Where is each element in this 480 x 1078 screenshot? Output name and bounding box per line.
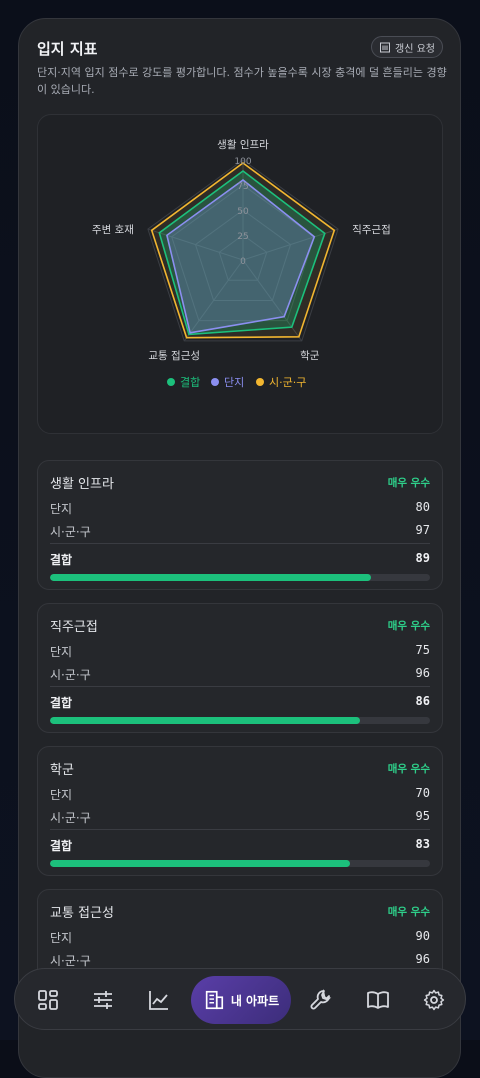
radar-axis-label: 교통 접근성 (148, 350, 200, 362)
metric-title: 교통 접근성 (50, 902, 114, 921)
radar-axis-label: 직주근접 (352, 224, 391, 236)
district-score-row: 시·군·구 96 (50, 666, 430, 683)
sliders-icon[interactable] (91, 988, 115, 1012)
nav-my-apartment-label: 내 아파트 (231, 992, 279, 1009)
combined-score-label: 결합 (50, 696, 72, 710)
legend-swatch (256, 378, 264, 386)
combined-progress-track (50, 574, 430, 581)
radar-tick-label: 75 (237, 182, 248, 192)
combined-progress-fill (50, 574, 371, 581)
combined-score-value: 86 (416, 694, 430, 708)
district-score-label: 시·군·구 (50, 811, 91, 825)
book-icon[interactable] (366, 988, 390, 1012)
metric-card: 학군 매우 우수 단지 70 시·군·구 95 결합 83 (37, 746, 443, 876)
dashboard-icon[interactable] (36, 988, 60, 1012)
divider (50, 543, 430, 544)
complex-score-row: 단지 75 (50, 643, 430, 660)
complex-score-row: 단지 90 (50, 929, 430, 946)
wrench-icon[interactable] (309, 988, 333, 1012)
combined-progress-track (50, 860, 430, 867)
combined-score-label: 결합 (50, 553, 72, 567)
district-score-label: 시·군·구 (50, 668, 91, 682)
chart-line-icon[interactable] (147, 988, 171, 1012)
metric-card: 직주근접 매우 우수 단지 75 시·군·구 96 결합 86 (37, 603, 443, 733)
bottom-navigation: 내 아파트 (14, 968, 466, 1030)
page-title: 입지 지표 (37, 38, 97, 59)
district-score-value: 97 (416, 523, 430, 537)
building-icon (379, 41, 391, 53)
divider (50, 686, 430, 687)
complex-score-label: 단지 (50, 645, 72, 659)
radar-tick-label: 50 (237, 207, 249, 217)
radar-chart: 100 75 50 25 0 생활 인프라직주근접학군 교통 접근성 주변 호재결합 단지 시·군… (38, 115, 444, 435)
district-score-label: 시·군·구 (50, 954, 91, 968)
combined-progress-fill (50, 860, 350, 867)
complex-score-value: 70 (416, 786, 430, 800)
district-score-value: 96 (416, 666, 430, 680)
combined-score-label: 결합 (50, 839, 72, 853)
district-score-row: 시·군·구 97 (50, 523, 430, 540)
complex-score-value: 80 (416, 500, 430, 514)
complex-score-value: 75 (416, 643, 430, 657)
nav-my-apartment[interactable]: 내 아파트 (191, 976, 291, 1024)
metric-title: 학군 (50, 759, 74, 778)
legend-swatch (167, 378, 175, 386)
building-icon (203, 989, 225, 1011)
legend-swatch (211, 378, 219, 386)
combined-score-row: 결합 89 (50, 551, 430, 568)
metric-title: 생활 인프라 (50, 473, 114, 492)
grade-badge: 매우 우수 (388, 904, 430, 919)
refresh-request-button[interactable]: 갱신 요청 (371, 36, 443, 58)
district-score-value: 96 (416, 952, 430, 966)
page-description: 단지·지역 입지 점수로 강도를 평가합니다. 점수가 높을수록 시장 충격에 … (37, 64, 447, 98)
legend-label: 시·군·구 (269, 376, 306, 389)
grade-badge: 매우 우수 (388, 475, 430, 490)
radar-chart-card: 100 75 50 25 0 생활 인프라직주근접학군 교통 접근성 주변 호재결합 단지 시·군… (37, 114, 443, 434)
combined-progress-fill (50, 717, 360, 724)
grade-badge: 매우 우수 (388, 761, 430, 776)
complex-score-label: 단지 (50, 502, 72, 516)
radar-axis-label: 생활 인프라 (217, 138, 269, 151)
radar-tick-label: 100 (234, 157, 251, 167)
gear-icon[interactable] (422, 988, 446, 1012)
district-score-row: 시·군·구 96 (50, 952, 430, 969)
combined-score-row: 결합 86 (50, 694, 430, 711)
complex-score-value: 90 (416, 929, 430, 943)
combined-score-value: 89 (416, 551, 430, 565)
complex-score-row: 단지 70 (50, 786, 430, 803)
combined-score-row: 결합 83 (50, 837, 430, 854)
complex-score-label: 단지 (50, 931, 72, 945)
radar-tick-label: 25 (237, 232, 248, 242)
refresh-request-label: 갱신 요청 (395, 40, 435, 55)
combined-progress-track (50, 717, 430, 724)
combined-score-value: 83 (416, 837, 430, 851)
grade-badge: 매우 우수 (388, 618, 430, 633)
district-score-row: 시·군·구 95 (50, 809, 430, 826)
divider (50, 829, 430, 830)
metric-title: 직주근접 (50, 616, 98, 635)
district-score-label: 시·군·구 (50, 525, 91, 539)
legend-label: 결합 (180, 376, 200, 389)
complex-score-label: 단지 (50, 788, 72, 802)
radar-tick-label: 0 (240, 257, 246, 267)
legend-label: 단지 (224, 376, 244, 389)
district-score-value: 95 (416, 809, 430, 823)
radar-axis-label: 학군 (300, 350, 320, 362)
complex-score-row: 단지 80 (50, 500, 430, 517)
radar-axis-label: 주변 호재 (92, 224, 134, 236)
metric-card: 생활 인프라 매우 우수 단지 80 시·군·구 97 결합 89 (37, 460, 443, 590)
